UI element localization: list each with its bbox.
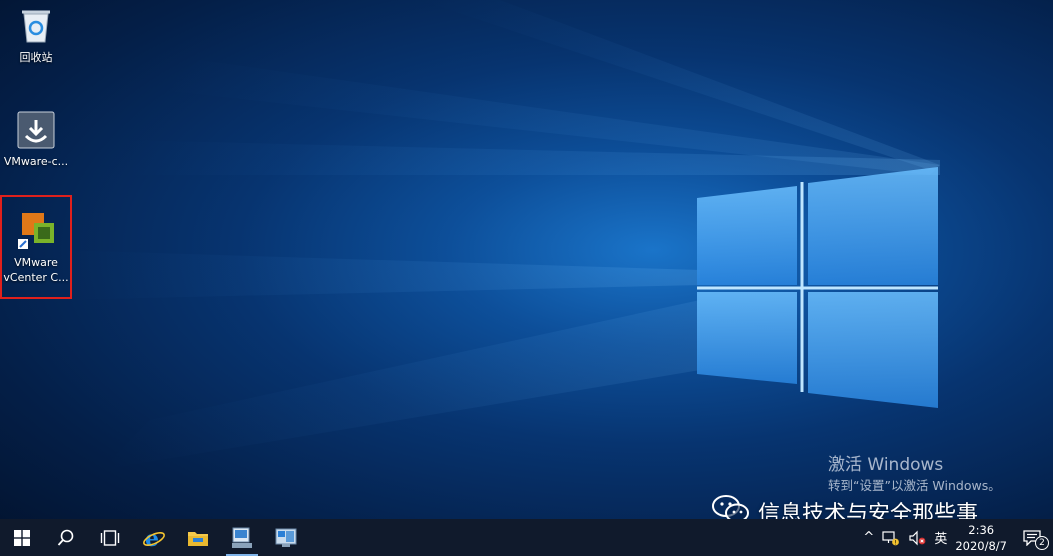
desktop-icon-label-line1: VMware: [14, 256, 58, 269]
vsphere-client-icon: [275, 528, 297, 547]
start-icon: [14, 529, 30, 546]
taskbar: e ^ ! 英 2:36 2020/8/7 2: [0, 519, 1053, 556]
tray-overflow-button[interactable]: ^: [859, 519, 878, 556]
chevron-up-icon: ^: [863, 530, 875, 545]
clock-time: 2:36: [968, 522, 995, 537]
input-method-button[interactable]: 英: [930, 519, 951, 556]
recycle-bin-icon: [16, 6, 56, 46]
volume-button[interactable]: [904, 519, 930, 556]
task-view-button[interactable]: [88, 519, 132, 556]
desktop-icon-recycle-bin[interactable]: 回收站: [3, 6, 69, 65]
task-view-icon: [100, 529, 120, 546]
file-explorer-icon: [188, 531, 208, 546]
clock-date: 2020/8/7: [955, 538, 1007, 553]
activation-watermark: 激活 Windows 转到“设置”以激活 Windows。: [828, 455, 1001, 494]
activation-subtitle: 转到“设置”以激活 Windows。: [828, 478, 1001, 493]
desktop-icon-label-line2: vCenter C...: [3, 271, 69, 284]
taskbar-internet-explorer[interactable]: e: [132, 519, 176, 556]
network-status-button[interactable]: !: [878, 519, 904, 556]
search-icon: [57, 529, 74, 546]
vmware-installer-icon: [16, 110, 56, 150]
taskbar-server-manager[interactable]: [220, 519, 264, 556]
start-button[interactable]: [0, 519, 44, 556]
internet-explorer-icon: e: [143, 526, 165, 550]
search-button[interactable]: [44, 519, 88, 556]
desktop-icon-label: 回收站: [19, 51, 53, 64]
desktop-icon-vmware-vcenter[interactable]: VMware vCenter C...: [0, 195, 72, 299]
action-center-button[interactable]: 2: [1011, 519, 1053, 556]
volume-muted-icon: [909, 530, 926, 545]
desktop-icon-vmware-installer[interactable]: VMware-c...: [3, 110, 69, 169]
vmware-vcenter-icon: [16, 211, 56, 251]
svg-text:!: !: [895, 539, 897, 546]
notification-count-badge: 2: [1035, 536, 1049, 550]
taskbar-file-explorer[interactable]: [176, 519, 220, 556]
desktop-icon-label: VMware-c...: [3, 155, 69, 168]
activation-title: 激活 Windows: [828, 455, 944, 475]
taskbar-vsphere-client[interactable]: [264, 519, 308, 556]
network-disconnected-icon: !: [882, 530, 900, 546]
server-manager-icon: [232, 527, 252, 548]
system-tray: ^ ! 英 2:36 2020/8/7 2: [859, 519, 1053, 556]
input-method-label: 英: [934, 532, 948, 547]
clock-button[interactable]: 2:36 2020/8/7: [951, 519, 1011, 556]
